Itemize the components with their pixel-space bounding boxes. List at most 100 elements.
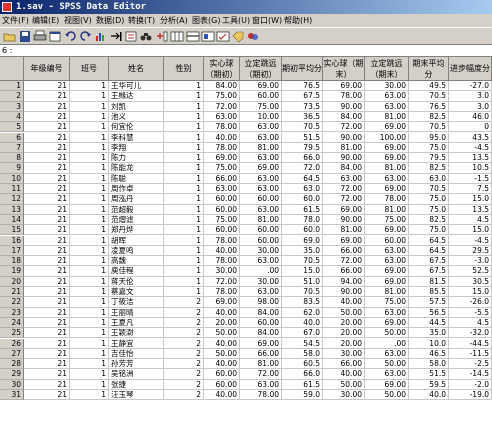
column-header[interactable]: 年级编号: [24, 57, 70, 81]
row-number[interactable]: 31: [0, 390, 24, 401]
table-cell[interactable]: 62.0: [282, 307, 323, 318]
table-cell[interactable]: 67.5: [409, 266, 449, 277]
table-cell[interactable]: 81.00: [323, 142, 365, 154]
use-sets-icon[interactable]: [246, 30, 260, 43]
table-cell[interactable]: 66.00: [240, 348, 282, 360]
table-cell[interactable]: 2: [164, 338, 204, 349]
table-cell[interactable]: 何宜伦: [109, 122, 164, 133]
table-cell[interactable]: 15.0: [449, 225, 492, 236]
table-cell[interactable]: 63.00: [240, 122, 282, 133]
table-cell[interactable]: 21: [24, 225, 70, 236]
table-cell[interactable]: 69.00: [365, 266, 409, 277]
table-cell[interactable]: 1: [70, 173, 109, 184]
table-cell[interactable]: 2: [164, 379, 204, 390]
table-cell[interactable]: 90.00: [323, 153, 365, 164]
table-cell[interactable]: 吴铭洲: [109, 369, 164, 380]
table-cell[interactable]: 63.00: [240, 132, 282, 143]
table-cell[interactable]: 63.00: [204, 184, 240, 195]
table-cell[interactable]: 67.5: [409, 256, 449, 267]
table-cell[interactable]: 52.5: [449, 266, 492, 277]
table-cell[interactable]: -2.5: [449, 359, 492, 370]
table-cell[interactable]: 78.0: [282, 214, 323, 226]
table-cell[interactable]: 21: [24, 153, 70, 164]
table-cell[interactable]: 63.00: [365, 369, 409, 380]
table-cell[interactable]: 66.0: [282, 369, 323, 380]
table-cell[interactable]: 69.00: [240, 338, 282, 349]
row-number[interactable]: 16: [0, 235, 24, 246]
table-cell[interactable]: 50.00: [204, 348, 240, 360]
table-cell[interactable]: 82.5: [409, 163, 449, 174]
row-number[interactable]: 10: [0, 173, 24, 184]
table-cell[interactable]: 21: [24, 276, 70, 287]
redo-icon[interactable]: [78, 30, 92, 43]
table-cell[interactable]: 1: [164, 142, 204, 154]
table-cell[interactable]: 60.0: [282, 225, 323, 236]
table-cell[interactable]: 10.5: [449, 163, 492, 174]
table-cell[interactable]: 63.0: [282, 184, 323, 195]
table-cell[interactable]: 2: [164, 348, 204, 360]
table-cell[interactable]: 60.00: [240, 194, 282, 205]
table-cell[interactable]: 1: [70, 348, 109, 360]
table-cell[interactable]: 1: [70, 245, 109, 257]
table-cell[interactable]: 10.00: [240, 111, 282, 123]
table-cell[interactable]: 76.5: [282, 81, 323, 92]
table-cell[interactable]: 21: [24, 163, 70, 174]
table-cell[interactable]: .00: [240, 266, 282, 277]
table-cell[interactable]: 94.00: [323, 276, 365, 287]
table-cell[interactable]: 20.00: [323, 317, 365, 329]
column-header[interactable]: 立定跳远（期初）: [240, 57, 282, 81]
table-cell[interactable]: 70.5: [282, 122, 323, 133]
table-cell[interactable]: 60.00: [240, 225, 282, 236]
table-cell[interactable]: 21: [24, 359, 70, 370]
column-header[interactable]: 实心球（期初）: [204, 57, 240, 81]
table-cell[interactable]: 63.00: [240, 204, 282, 215]
table-cell[interactable]: 1: [70, 225, 109, 236]
table-cell[interactable]: 30.00: [240, 245, 282, 257]
table-cell[interactable]: 69.00: [365, 276, 409, 287]
menu-edit[interactable]: 编辑(E): [32, 14, 59, 27]
table-cell[interactable]: 1: [70, 379, 109, 390]
table-cell[interactable]: 83.5: [282, 297, 323, 308]
row-number[interactable]: 6: [0, 132, 24, 143]
table-cell[interactable]: 1: [70, 256, 109, 267]
goto-chart-icon[interactable]: [94, 30, 108, 43]
column-header[interactable]: 期初平均分: [282, 57, 323, 81]
table-cell[interactable]: 陈聪: [109, 173, 164, 184]
table-cell[interactable]: 81.00: [365, 287, 409, 298]
table-cell[interactable]: 40.00: [323, 297, 365, 308]
row-number[interactable]: 4: [0, 111, 24, 123]
table-cell[interactable]: 69.00: [365, 184, 409, 195]
table-cell[interactable]: 周作卓: [109, 184, 164, 195]
table-cell[interactable]: 王夏凡: [109, 317, 164, 329]
table-cell[interactable]: 72.00: [323, 184, 365, 195]
table-cell[interactable]: 78.00: [240, 390, 282, 401]
table-cell[interactable]: 75.00: [365, 297, 409, 308]
value-labels-icon[interactable]: [231, 30, 245, 43]
table-cell[interactable]: 陈力: [109, 153, 164, 164]
menu-file[interactable]: 文件(F): [2, 14, 29, 27]
table-cell[interactable]: -14.5: [449, 369, 492, 380]
table-cell[interactable]: 59.5: [409, 379, 449, 390]
table-cell[interactable]: 汪玉琴: [109, 390, 164, 401]
table-cell[interactable]: 63.00: [323, 173, 365, 184]
insert-case-icon[interactable]: [155, 30, 169, 43]
table-cell[interactable]: 1: [70, 122, 109, 133]
table-cell[interactable]: 21: [24, 184, 70, 195]
table-cell[interactable]: 孙芳芳: [109, 359, 164, 370]
table-cell[interactable]: 81.00: [365, 204, 409, 215]
table-cell[interactable]: 58.0: [409, 359, 449, 370]
table-cell[interactable]: 15.0: [282, 266, 323, 277]
table-cell[interactable]: 40.00: [204, 359, 240, 370]
table-cell[interactable]: 66.0: [282, 153, 323, 164]
table-cell[interactable]: 69.00: [365, 122, 409, 133]
table-cell[interactable]: 1: [164, 101, 204, 112]
table-cell[interactable]: 1: [164, 111, 204, 123]
table-cell[interactable]: 21: [24, 235, 70, 246]
table-cell[interactable]: 57.5: [409, 297, 449, 308]
table-cell[interactable]: 46.5: [409, 348, 449, 360]
table-cell[interactable]: 75.00: [204, 214, 240, 226]
table-cell[interactable]: 20.00: [323, 328, 365, 339]
table-cell[interactable]: 70.5: [409, 184, 449, 195]
table-cell[interactable]: 51.0: [282, 276, 323, 287]
table-cell[interactable]: 30.00: [323, 390, 365, 401]
